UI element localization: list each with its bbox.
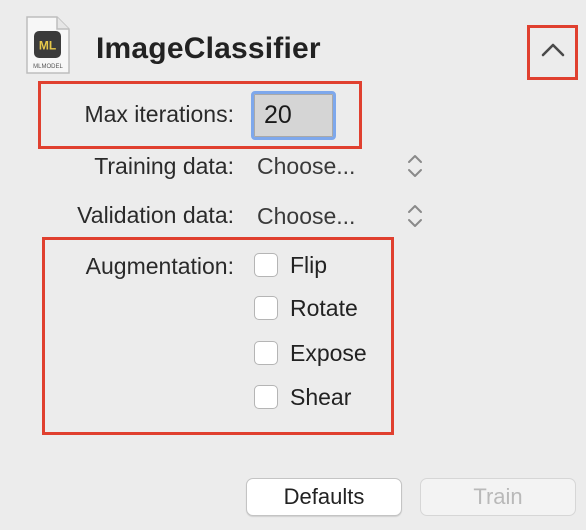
collapse-button[interactable] [527, 25, 578, 80]
file-icon-badge: ML [39, 39, 56, 53]
training-data-label: Training data: [94, 153, 234, 179]
checkbox-label: Expose [290, 339, 367, 366]
checkbox-label: Shear [290, 383, 352, 410]
training-data-value: Choose... [257, 152, 356, 179]
augmentation-label: Augmentation: [85, 253, 234, 279]
model-title: ImageClassifier [96, 32, 321, 65]
chevron-up-icon [541, 42, 565, 63]
max-iterations-label: Max iterations: [84, 101, 234, 127]
validation-data-value: Choose... [257, 202, 356, 229]
checkbox-box[interactable] [254, 296, 278, 320]
max-iterations-input[interactable] [251, 91, 336, 140]
validation-data-label: Validation data: [77, 202, 234, 228]
file-icon-caption: MLMODEL [33, 64, 63, 70]
training-data-popup[interactable]: Choose... [245, 146, 440, 186]
defaults-button[interactable]: Defaults [246, 478, 402, 516]
augmentation-rotate-checkbox[interactable]: Rotate [254, 292, 358, 324]
up-down-arrows-icon [404, 201, 426, 231]
checkbox-box[interactable] [254, 385, 278, 409]
checkbox-box[interactable] [254, 253, 278, 277]
validation-data-popup[interactable]: Choose... [245, 196, 440, 236]
mlmodel-file-icon: ML MLMODEL [25, 15, 71, 75]
up-down-arrows-icon [404, 151, 426, 181]
checkbox-box[interactable] [254, 341, 278, 365]
augmentation-expose-checkbox[interactable]: Expose [254, 337, 367, 369]
checkbox-label: Rotate [290, 294, 358, 321]
train-button[interactable]: Train [420, 478, 576, 516]
checkbox-label: Flip [290, 251, 328, 278]
augmentation-flip-checkbox[interactable]: Flip [254, 249, 327, 281]
augmentation-shear-checkbox[interactable]: Shear [254, 381, 351, 413]
